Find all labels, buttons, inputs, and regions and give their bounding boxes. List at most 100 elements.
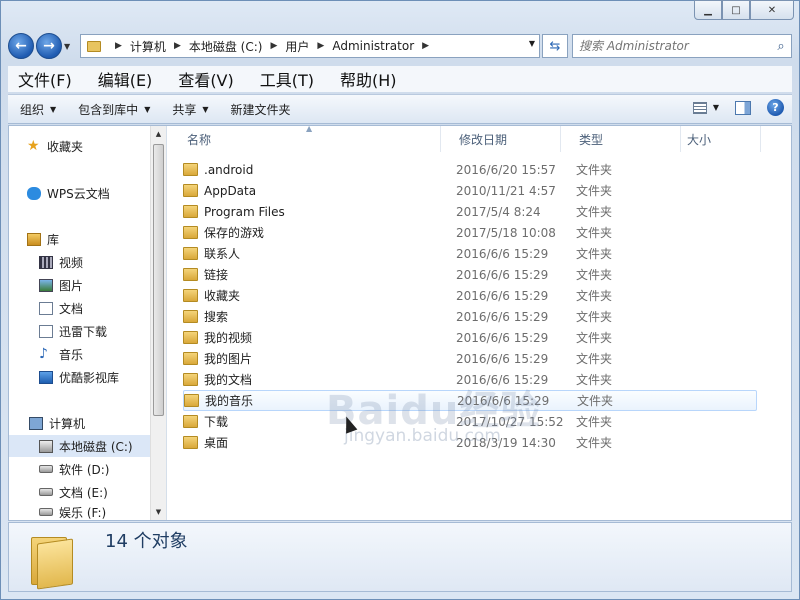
file-name: 我的图片	[204, 352, 253, 366]
nav-favorites[interactable]: ★ 收藏夹	[27, 135, 169, 157]
file-row[interactable]: 联系人 2016/6/6 15:29 文件夹	[183, 243, 757, 264]
video-icon	[39, 255, 53, 269]
favorites-folder-icon	[183, 289, 198, 302]
breadcrumb-users[interactable]: 用户	[285, 38, 309, 55]
library-icon	[27, 232, 41, 246]
preview-pane-icon[interactable]	[735, 100, 751, 115]
menu-edit[interactable]: 编辑(E)	[88, 67, 153, 91]
column-name[interactable]: 名称	[169, 126, 441, 152]
file-name: 搜索	[204, 310, 229, 324]
scroll-down-icon[interactable]: ▼	[151, 504, 166, 520]
youku-library-icon	[39, 370, 53, 384]
file-name: 我的视频	[204, 331, 253, 345]
window-controls: ▁ □ ✕	[694, 0, 794, 20]
new-folder-button[interactable]: 新建文件夹	[219, 101, 301, 118]
file-type: 文件夹	[576, 163, 613, 177]
file-type: 文件夹	[576, 436, 613, 450]
breadcrumb-computer[interactable]: 计算机	[130, 38, 166, 55]
minimize-button[interactable]: ▁	[694, 0, 722, 20]
forward-button[interactable]: →	[36, 33, 62, 59]
nav-label: 娱乐 (F:)	[59, 505, 107, 520]
file-name: 保存的游戏	[204, 226, 265, 240]
file-type: 文件夹	[576, 373, 613, 387]
chevron-right-icon[interactable]: ▶	[317, 41, 324, 51]
chevron-right-icon[interactable]: ▶	[270, 41, 277, 51]
refresh-button[interactable]: ⇆	[542, 34, 568, 58]
nav-label: 软件 (D:)	[59, 462, 110, 477]
file-name: AppData	[204, 183, 257, 198]
breadcrumb: ▶ 计算机 ▶ 本地磁盘 (C:) ▶ 用户 ▶ Administrator ▶	[107, 38, 437, 55]
file-row[interactable]: 我的图片 2016/6/6 15:29 文件夹	[183, 348, 757, 369]
file-row[interactable]: 保存的游戏 2017/5/18 10:08 文件夹	[183, 222, 757, 243]
search-box[interactable]: ⌕	[572, 34, 792, 58]
breadcrumb-administrator[interactable]: Administrator	[332, 39, 414, 53]
menu-view[interactable]: 查看(V)	[168, 67, 233, 91]
maximize-icon: □	[731, 4, 741, 16]
include-library-label: 包含到库中	[78, 102, 139, 117]
breadcrumb-c-drive[interactable]: 本地磁盘 (C:)	[189, 38, 263, 55]
chevron-down-icon[interactable]: ▼	[713, 103, 719, 112]
nav-label: 文档	[59, 301, 84, 316]
chevron-right-icon[interactable]: ▶	[115, 41, 122, 51]
star-icon: ★	[27, 137, 40, 154]
sort-ascending-icon: ▲	[306, 124, 313, 133]
address-bar[interactable]: ▶ 计算机 ▶ 本地磁盘 (C:) ▶ 用户 ▶ Administrator ▶…	[80, 34, 540, 58]
share-button[interactable]: 共享 ▼	[160, 101, 218, 118]
nav-wps-cloud[interactable]: WPS云文档	[27, 182, 169, 204]
organize-label: 组织	[20, 102, 45, 117]
drive-icon	[39, 508, 53, 516]
scroll-up-icon[interactable]: ▲	[151, 126, 166, 142]
music-note-icon: ♪	[39, 345, 48, 362]
documents-folder-icon	[183, 373, 198, 386]
file-row[interactable]: 我的视频 2016/6/6 15:29 文件夹	[183, 327, 757, 348]
file-type: 文件夹	[576, 289, 613, 303]
column-size-label: 大小	[687, 132, 712, 147]
file-type: 文件夹	[576, 226, 613, 240]
include-library-button[interactable]: 包含到库中 ▼	[66, 101, 160, 118]
file-row[interactable]: 搜索 2016/6/6 15:29 文件夹	[183, 306, 757, 327]
search-input[interactable]	[579, 39, 771, 53]
menu-help[interactable]: 帮助(H)	[330, 67, 397, 91]
file-name: 联系人	[204, 247, 241, 261]
chevron-down-icon[interactable]: ▼	[529, 39, 535, 48]
chevron-right-icon[interactable]: ▶	[174, 41, 181, 51]
nav-label: 视频	[59, 255, 84, 270]
nav-label: 计算机	[49, 416, 86, 431]
file-type: 文件夹	[576, 247, 613, 261]
recent-pages-dropdown[interactable]: ▼	[64, 42, 76, 51]
view-details-icon[interactable]	[692, 101, 707, 114]
menu-file[interactable]: 文件(F)	[8, 67, 72, 91]
column-date[interactable]: 修改日期	[441, 126, 561, 152]
organize-button[interactable]: 组织 ▼	[8, 101, 66, 118]
file-name: 链接	[204, 268, 229, 282]
file-date: 2016/6/20 15:57	[456, 162, 556, 177]
saved-games-folder-icon	[183, 226, 198, 239]
command-bar: 组织 ▼ 包含到库中 ▼ 共享 ▼ 新建文件夹 ▼ ?	[8, 94, 792, 124]
file-row[interactable]: 收藏夹 2016/6/6 15:29 文件夹	[183, 285, 757, 306]
folder-front-icon	[37, 538, 73, 590]
search-icon[interactable]: ⌕	[771, 39, 791, 54]
share-label: 共享	[172, 102, 197, 117]
file-name: Program Files	[204, 204, 285, 219]
nav-scrollbar[interactable]: ▲ ▼	[150, 126, 166, 520]
file-row[interactable]: Program Files 2017/5/4 8:24 文件夹	[183, 201, 757, 222]
menu-tools[interactable]: 工具(T)	[250, 67, 314, 91]
file-type: 文件夹	[576, 331, 613, 345]
nav-c-drive[interactable]: 本地磁盘 (C:)	[9, 435, 151, 457]
links-folder-icon	[183, 268, 198, 281]
file-row[interactable]: .android 2016/6/20 15:57 文件夹	[183, 159, 757, 180]
file-row[interactable]: AppData 2010/11/21 4:57 文件夹	[183, 180, 757, 201]
column-size[interactable]: 大小	[681, 126, 761, 152]
maximize-button[interactable]: □	[722, 0, 750, 20]
file-row[interactable]: 链接 2016/6/6 15:29 文件夹	[183, 264, 757, 285]
scrollbar-thumb[interactable]	[153, 144, 164, 416]
file-type: 文件夹	[576, 205, 613, 219]
close-button[interactable]: ✕	[750, 0, 794, 20]
back-button[interactable]: ←	[8, 33, 34, 59]
nav-libraries[interactable]: 库	[27, 228, 169, 250]
help-icon[interactable]: ?	[767, 99, 784, 116]
file-date: 2016/6/6 15:29	[456, 246, 549, 261]
chevron-right-icon[interactable]: ▶	[422, 41, 429, 51]
column-type[interactable]: 类型	[561, 126, 681, 152]
item-count: 14 个对象	[105, 531, 188, 552]
